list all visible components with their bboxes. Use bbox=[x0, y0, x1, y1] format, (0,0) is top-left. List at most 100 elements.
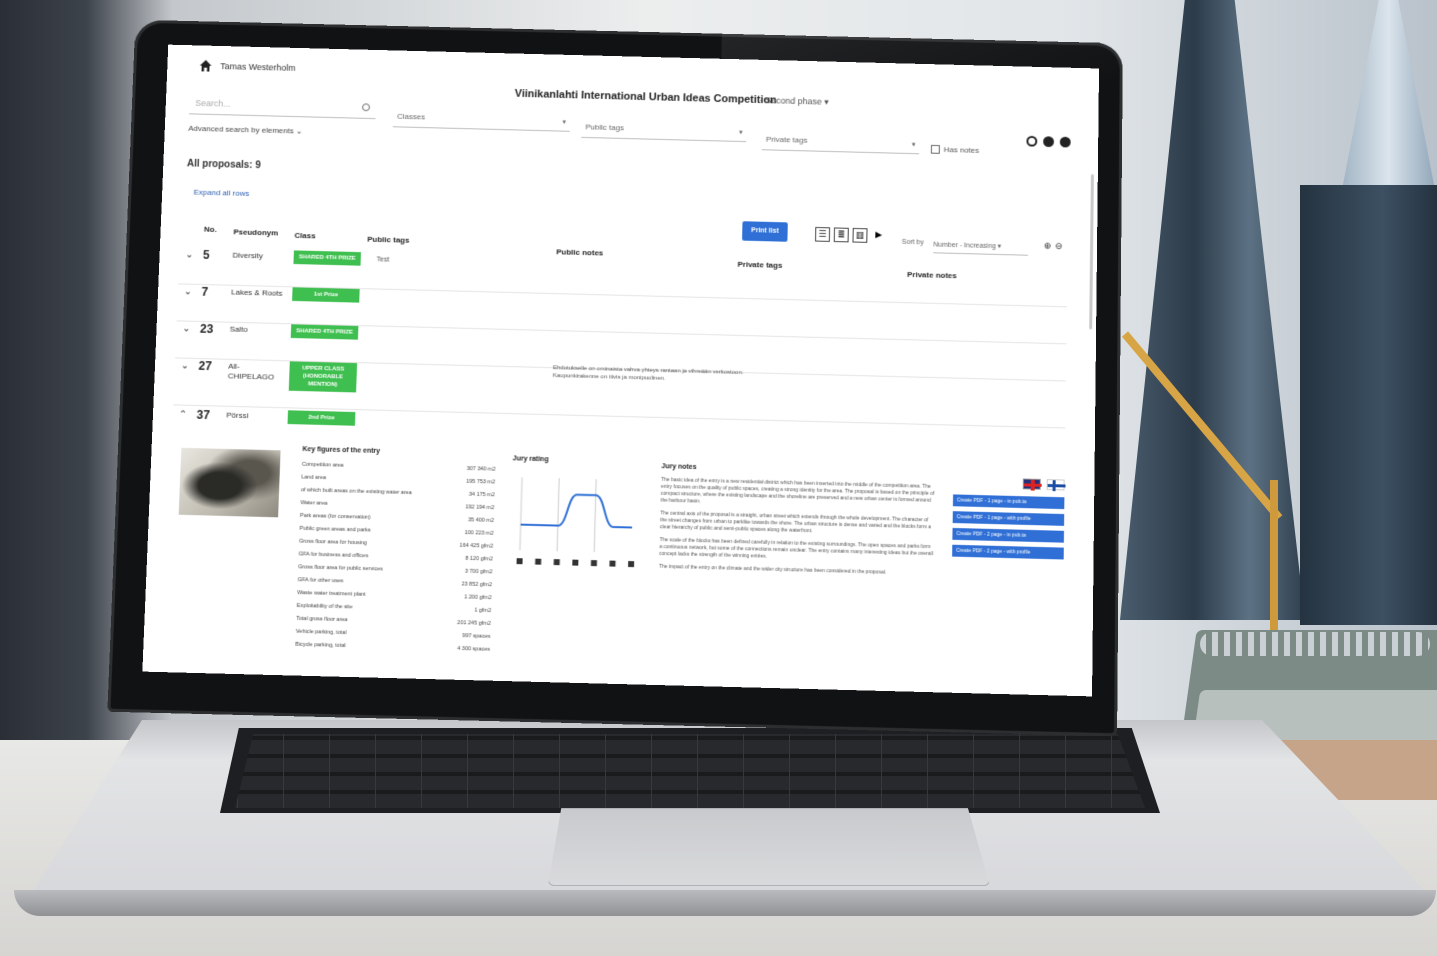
rating-gridline bbox=[594, 479, 596, 552]
laptop-trackpad bbox=[548, 808, 990, 886]
finland-flag-icon[interactable] bbox=[1046, 479, 1065, 491]
col-header-pseudonym[interactable]: Pseudonym bbox=[233, 228, 278, 238]
key-figure-value: 34 175 m2 bbox=[468, 491, 495, 499]
collapse-chevron-icon[interactable]: ⌃ bbox=[179, 409, 188, 420]
search-icon[interactable] bbox=[361, 103, 371, 112]
laptop-base-edge bbox=[14, 890, 1436, 916]
col-header-public-notes[interactable]: Public notes bbox=[556, 247, 603, 257]
building-icon bbox=[516, 558, 523, 565]
expand-chevron-icon[interactable]: ⌄ bbox=[181, 361, 190, 372]
key-figure-value: 192 194 m2 bbox=[465, 504, 495, 512]
create-pdf-button[interactable]: Create PDF - 2 page - in pub.ta bbox=[952, 527, 1065, 543]
proposal-thumbnail[interactable] bbox=[178, 447, 281, 518]
jury-notes-paragraph: The basic idea of the entry is a new res… bbox=[660, 476, 935, 505]
key-figures-list: Competition area 307 340 m2 Land area 195 7… bbox=[295, 462, 496, 660]
public-tags-dropdown[interactable]: Public tags ▾ bbox=[581, 116, 747, 143]
expand-chevron-icon[interactable]: ⌄ bbox=[182, 323, 191, 334]
has-notes-label: Has notes bbox=[943, 145, 980, 155]
row-pseudonym: All-CHIPELAGO bbox=[227, 361, 275, 382]
jury-notes-title: Jury notes bbox=[661, 463, 697, 471]
slideshow-icon[interactable]: ▶ bbox=[871, 228, 886, 243]
stage-select[interactable]: - Second phase ▾ bbox=[760, 95, 829, 107]
help-icon[interactable] bbox=[1026, 135, 1038, 147]
advanced-search-label: Advanced search by elements bbox=[188, 123, 294, 136]
create-pdf-button[interactable]: Create PDF - 2 page - with profile bbox=[952, 544, 1064, 560]
key-figure-value: 1 gfm2 bbox=[474, 607, 492, 614]
zoom-in-icon[interactable]: ⊕ bbox=[1044, 241, 1056, 251]
col-header-no[interactable]: No. bbox=[204, 225, 217, 234]
key-figure-value: 307 340 m2 bbox=[466, 466, 496, 473]
rating-gridline bbox=[557, 478, 559, 551]
key-figure-value: 35 400 m2 bbox=[467, 517, 494, 524]
key-figure-value: 195 753 m2 bbox=[466, 478, 496, 486]
private-tags-dropdown[interactable]: Private tags ▾ bbox=[761, 129, 920, 155]
detail-view-icon[interactable]: ≣ bbox=[833, 227, 849, 243]
rating-line bbox=[521, 493, 633, 527]
key-figure-value: 3 700 gfm2 bbox=[464, 568, 493, 576]
row-pseudonym: Lakes & Roots bbox=[230, 287, 283, 298]
view-mode-switcher: ☰ ≣ ▥ ▶ bbox=[815, 226, 886, 243]
key-figure-value: 8 120 gfm2 bbox=[465, 555, 493, 563]
key-figure-label: Land area bbox=[301, 474, 327, 482]
grid-view-icon[interactable]: ▥ bbox=[852, 227, 868, 243]
private-tags-placeholder: Private tags bbox=[765, 134, 808, 145]
row-pseudonym: Pörssi bbox=[226, 410, 249, 421]
key-figure-label: GFA for other uses bbox=[297, 577, 344, 585]
jury-notes-paragraph: The impact of the entry on the climate a… bbox=[658, 563, 887, 576]
search-input[interactable]: Search... bbox=[188, 93, 377, 120]
dropdown-arrow-icon: ▾ bbox=[562, 119, 567, 126]
key-figure-label: Water area bbox=[300, 500, 328, 507]
uk-flag-icon[interactable] bbox=[1022, 478, 1041, 490]
header-icons bbox=[1026, 135, 1071, 148]
row-number: 5 bbox=[202, 248, 210, 262]
has-notes-checkbox[interactable] bbox=[930, 144, 940, 154]
notebook-spiral bbox=[1200, 632, 1430, 656]
scrollbar[interactable] bbox=[1089, 174, 1094, 330]
key-figure-value: 23 852 gfm2 bbox=[461, 581, 493, 589]
key-figure-value: 997 spaces bbox=[462, 633, 491, 640]
row-class-badge: 1st Prize bbox=[292, 287, 360, 303]
row-public-tags: Test bbox=[376, 256, 390, 264]
keyboard-keys bbox=[235, 734, 1145, 808]
gear-icon[interactable] bbox=[1043, 136, 1055, 148]
row-pseudonym: Diversity bbox=[232, 250, 263, 261]
expand-all-link[interactable]: Expand all rows bbox=[194, 188, 250, 198]
rating-gridline bbox=[520, 477, 522, 550]
key-figure-value: 164 425 gfm2 bbox=[459, 542, 494, 550]
language-switcher bbox=[1022, 478, 1065, 491]
row-number: 37 bbox=[196, 407, 211, 422]
key-figures-title: Key figures of the entry bbox=[302, 446, 381, 455]
col-header-public-tags[interactable]: Public tags bbox=[367, 235, 409, 245]
dropdown-arrow-icon: ▾ bbox=[738, 129, 743, 137]
create-pdf-button[interactable]: Create PDF - 1 page - with profile bbox=[952, 511, 1065, 526]
public-tags-placeholder: Public tags bbox=[585, 122, 624, 133]
skyscraper-right bbox=[1300, 185, 1437, 625]
zoom-out-icon[interactable]: ⊖ bbox=[1055, 241, 1067, 251]
list-view-icon[interactable]: ☰ bbox=[815, 226, 831, 242]
user-name[interactable]: Tamas Westerholm bbox=[220, 61, 296, 73]
row-class-badge: 2nd Prize bbox=[287, 410, 356, 426]
row-number: 27 bbox=[198, 359, 213, 374]
expand-chevron-icon[interactable]: ⌄ bbox=[185, 250, 194, 261]
key-figure-label: Total gross floor area bbox=[296, 615, 348, 624]
jury-notes-text: The basic idea of the entry is a new res… bbox=[659, 477, 936, 584]
row-class-badge: SHARED 4TH PRIZE bbox=[293, 250, 361, 266]
transit-icon bbox=[535, 558, 542, 565]
home-icon[interactable] bbox=[199, 59, 213, 73]
app-screen: Tamas Westerholm Viinikanlahti Internati… bbox=[142, 44, 1100, 697]
key-figure-value: 100 223 m2 bbox=[464, 530, 494, 537]
pdf-buttons: Create PDF - 1 page - in pub.ta Create P… bbox=[952, 494, 1065, 564]
col-header-class[interactable]: Class bbox=[294, 231, 315, 240]
expand-chevron-icon[interactable]: ⌄ bbox=[184, 286, 193, 297]
classes-dropdown[interactable]: Classes ▾ bbox=[392, 106, 571, 132]
print-list-button[interactable]: Print list bbox=[742, 221, 788, 242]
sort-label: Sort by bbox=[901, 238, 924, 247]
grid-icon bbox=[628, 561, 635, 568]
account-icon[interactable] bbox=[1059, 136, 1071, 148]
row-pseudonym: Salto bbox=[229, 324, 248, 334]
nature-icon bbox=[572, 559, 579, 566]
create-pdf-button[interactable]: Create PDF - 1 page - in pub.ta bbox=[952, 494, 1065, 510]
classes-placeholder: Classes bbox=[396, 111, 426, 122]
sort-dropdown[interactable]: Number - Increasing ▾ bbox=[933, 235, 1029, 256]
advanced-search-toggle[interactable]: Advanced search by elements ⌄ bbox=[188, 124, 302, 136]
